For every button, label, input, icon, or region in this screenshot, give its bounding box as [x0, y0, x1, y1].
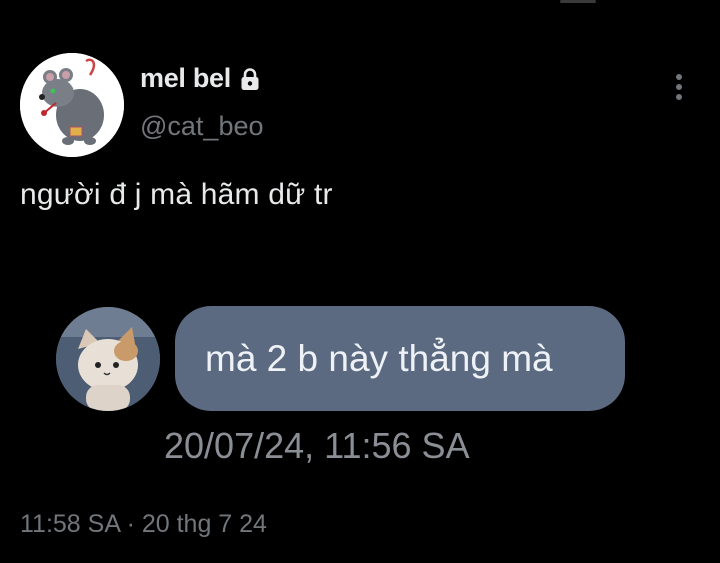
chat-message-text: mà 2 b này thẳng mà [205, 337, 553, 379]
tweet-timestamp[interactable]: 11:58 SA · 20 thg 7 24 [20, 510, 267, 539]
top-divider [560, 0, 596, 3]
chat-message-time: 20/07/24, 11:56 SA [164, 425, 470, 466]
more-dot [676, 94, 682, 100]
tweet-text: người đ j mà hãm dữ tr [20, 178, 333, 211]
author-name-row[interactable]: mel bel [140, 63, 263, 94]
more-dot [676, 74, 682, 80]
author-display-name[interactable]: mel bel [140, 63, 231, 94]
cat-avatar-icon [56, 307, 160, 411]
chat-message-bubble: mà 2 b này thẳng mà [175, 306, 625, 411]
more-dot [676, 84, 682, 90]
lock-icon [237, 66, 263, 92]
more-options-icon[interactable] [664, 70, 694, 104]
rat-plush-avatar-icon [20, 53, 124, 157]
tweet-media-image[interactable]: mà 2 b này thẳng mà 20/07/24, 11:56 SA [20, 285, 700, 495]
author-handle[interactable]: @cat_beo [140, 111, 264, 142]
author-avatar[interactable] [20, 53, 124, 157]
